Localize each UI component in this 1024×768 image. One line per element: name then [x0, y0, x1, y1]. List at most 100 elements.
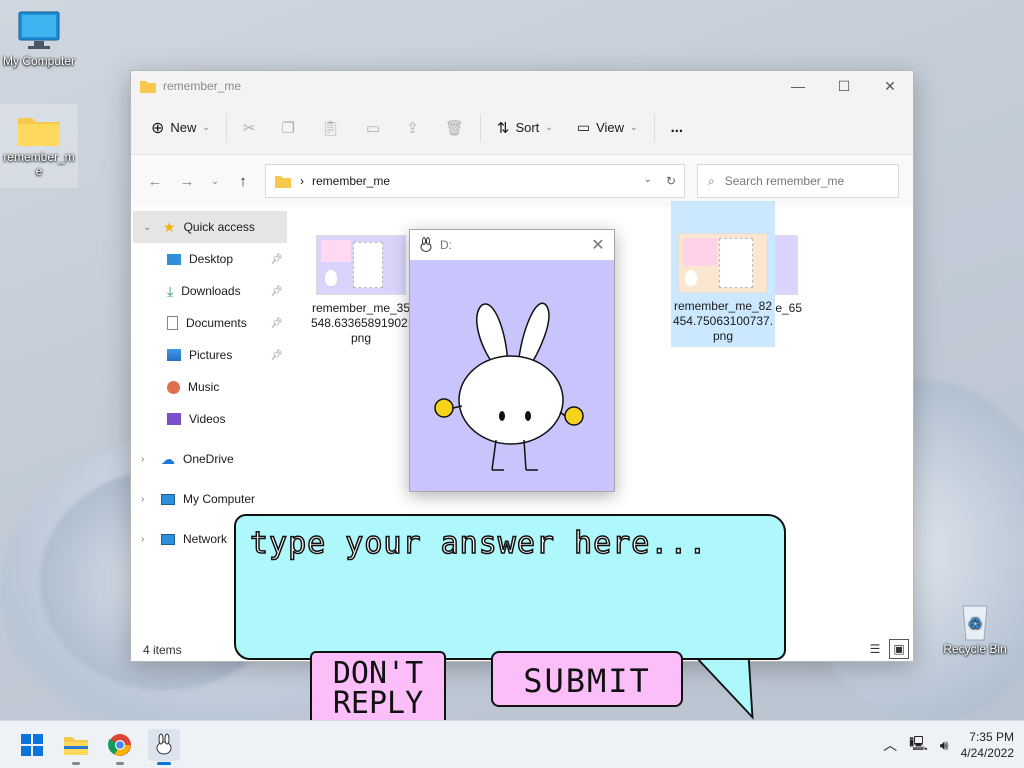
sort-label: Sort — [515, 120, 540, 135]
copy-button[interactable]: ❐ — [274, 113, 303, 143]
address-bar[interactable]: › remember_me ⌄ ↻ — [265, 164, 685, 198]
desktop-icon-remember-me[interactable]: remember_me — [0, 104, 78, 188]
title-bar[interactable]: remember_me — ☐ ✕ — [131, 71, 913, 101]
windows-logo-icon — [21, 734, 43, 756]
sidebar-item-music[interactable]: Music — [131, 371, 291, 403]
sidebar-item-videos[interactable]: Videos — [131, 403, 291, 435]
ellipsis-icon: ... — [670, 119, 684, 136]
breadcrumb[interactable]: remember_me — [312, 174, 390, 188]
sidebar-item-label: Desktop — [189, 252, 234, 266]
clipboard-icon: 📋︎ — [321, 119, 341, 137]
window-title: remember_me — [163, 79, 242, 93]
clock-time: 7:35 PM — [969, 730, 1014, 744]
bunny-app-icon — [420, 237, 432, 252]
collapse-chevron-icon[interactable]: ⌄ — [143, 222, 155, 233]
network-icon — [161, 533, 175, 545]
chrome-icon — [108, 734, 131, 756]
show-hidden-icons-chevron-icon[interactable]: ︿ — [883, 735, 897, 755]
divider — [653, 113, 655, 142]
address-dropdown-icon[interactable]: ⌄ — [644, 174, 652, 188]
rename-icon: ▭ — [366, 119, 381, 137]
view-button[interactable]: ▭ View ⌄ — [569, 113, 646, 142]
plus-circle-icon: ⊕ — [151, 119, 165, 137]
bunny-illustration — [434, 302, 584, 471]
dont-reply-button[interactable]: DON'T REPLY — [310, 651, 446, 731]
monitor-icon — [18, 11, 60, 49]
sidebar-item-onedrive[interactable]: › ☁ OneDrive — [131, 443, 291, 475]
divider — [225, 113, 227, 142]
pin-icon: 📌︎ — [270, 317, 283, 329]
sidebar-item-documents[interactable]: Documents 📌︎ — [131, 307, 291, 339]
sidebar-item-pictures[interactable]: Pictures 📌︎ — [131, 339, 291, 371]
popup-canvas — [410, 260, 614, 491]
search-input[interactable]: Search remember_me — [725, 174, 844, 188]
cut-button[interactable]: ✂ — [235, 113, 264, 143]
desktop-icon-label: Recycle Bin — [943, 642, 1007, 656]
clock[interactable]: 7:35 PM 4/24/2022 — [961, 729, 1014, 761]
volume-icon[interactable]: 🔊︎ — [940, 737, 949, 754]
sidebar-item-label: Network — [183, 532, 228, 546]
expand-chevron-icon[interactable]: › — [141, 454, 153, 465]
rename-button[interactable]: ▭ — [358, 113, 388, 143]
close-icon[interactable]: ✕ — [582, 235, 614, 255]
minimize-icon[interactable]: — — [775, 71, 821, 101]
taskbar-chrome[interactable] — [104, 729, 136, 765]
divider — [479, 113, 481, 142]
command-bar: ⊕ New ⌄ ✂ ❐ 📋︎ ▭ ⇪ 🗑︎ ⇅ Sort ⌄ ▭ View ⌄ … — [131, 101, 913, 155]
close-icon[interactable]: ✕ — [867, 71, 913, 101]
pin-icon: 📌︎ — [270, 285, 283, 297]
recent-chevron-icon[interactable]: ⌄ — [203, 165, 227, 197]
chevron-down-icon: ⌄ — [630, 122, 638, 132]
copy-icon: ❐ — [281, 119, 295, 137]
delete-button[interactable]: 🗑︎ — [437, 113, 472, 143]
sidebar-item-label: Documents — [186, 316, 247, 330]
answer-input[interactable]: type your answer here... — [234, 514, 786, 660]
clock-date: 4/24/2022 — [960, 746, 1014, 760]
document-icon — [167, 316, 178, 330]
start-button[interactable] — [16, 729, 48, 761]
back-arrow-icon[interactable]: ← — [139, 165, 171, 197]
sidebar-item-downloads[interactable]: ⤓ Downloads 📌︎ — [131, 275, 291, 307]
cloud-icon: ☁ — [161, 450, 175, 467]
taskbar-bunny-app[interactable] — [148, 729, 180, 765]
expand-chevron-icon[interactable]: › — [141, 494, 153, 505]
taskbar-file-explorer[interactable] — [60, 729, 92, 765]
sidebar-item-label: OneDrive — [183, 452, 234, 466]
view-icon: ▭ — [576, 119, 591, 135]
image-thumbnail — [316, 235, 406, 295]
submit-button[interactable]: SUBMIT — [491, 651, 683, 707]
popup-title-bar[interactable]: D: ✕ — [410, 230, 614, 260]
large-icons-view-icon[interactable]: ▣ — [889, 639, 909, 659]
scissors-icon: ✂ — [242, 119, 256, 137]
sidebar-item-label: Pictures — [189, 348, 233, 362]
network-status-icon[interactable]: 🖳︎ — [909, 733, 928, 757]
new-button[interactable]: ⊕ New ⌄ — [143, 112, 218, 144]
desktop-icon-label: My Computer — [2, 54, 76, 68]
paste-button[interactable]: 📋︎ — [313, 113, 348, 143]
sidebar-item-label: Downloads — [181, 284, 241, 298]
desktop-icon-my-computer[interactable]: My Computer — [0, 8, 78, 68]
sidebar-item-my-computer[interactable]: › My Computer — [131, 483, 291, 515]
file-item[interactable]: remember_me_82454.75063100737.png — [671, 201, 775, 347]
running-indicator — [116, 762, 124, 765]
download-icon: ⤓ — [167, 282, 174, 299]
share-button[interactable]: ⇪ — [398, 113, 427, 143]
videos-icon — [167, 413, 181, 425]
sort-button[interactable]: ⇅ Sort ⌄ — [489, 113, 561, 143]
up-arrow-icon[interactable]: ↑ — [227, 165, 259, 197]
sidebar-item-label: My Computer — [183, 492, 256, 506]
sidebar-item-quick-access[interactable]: ⌄ ★ Quick access — [133, 211, 287, 243]
sidebar-item-desktop[interactable]: Desktop 📌︎ — [131, 243, 291, 275]
svg-text:♻: ♻ — [968, 614, 982, 633]
file-item[interactable]: remember_me_35548.63365891902.png — [309, 231, 413, 350]
forward-arrow-icon[interactable]: → — [171, 165, 203, 197]
maximize-icon[interactable]: ☐ — [821, 71, 867, 101]
desktop-icon-recycle-bin[interactable]: ♻ Recycle Bin — [936, 600, 1014, 656]
expand-chevron-icon[interactable]: › — [141, 534, 153, 545]
search-box[interactable]: ⌕ Search remember_me — [697, 164, 899, 198]
details-view-icon[interactable]: ☰ — [865, 639, 885, 659]
folder-icon — [140, 81, 156, 93]
refresh-icon[interactable]: ↻ — [666, 174, 676, 188]
more-options-button[interactable]: ... — [663, 113, 692, 142]
speech-bubble-tail — [694, 655, 754, 720]
